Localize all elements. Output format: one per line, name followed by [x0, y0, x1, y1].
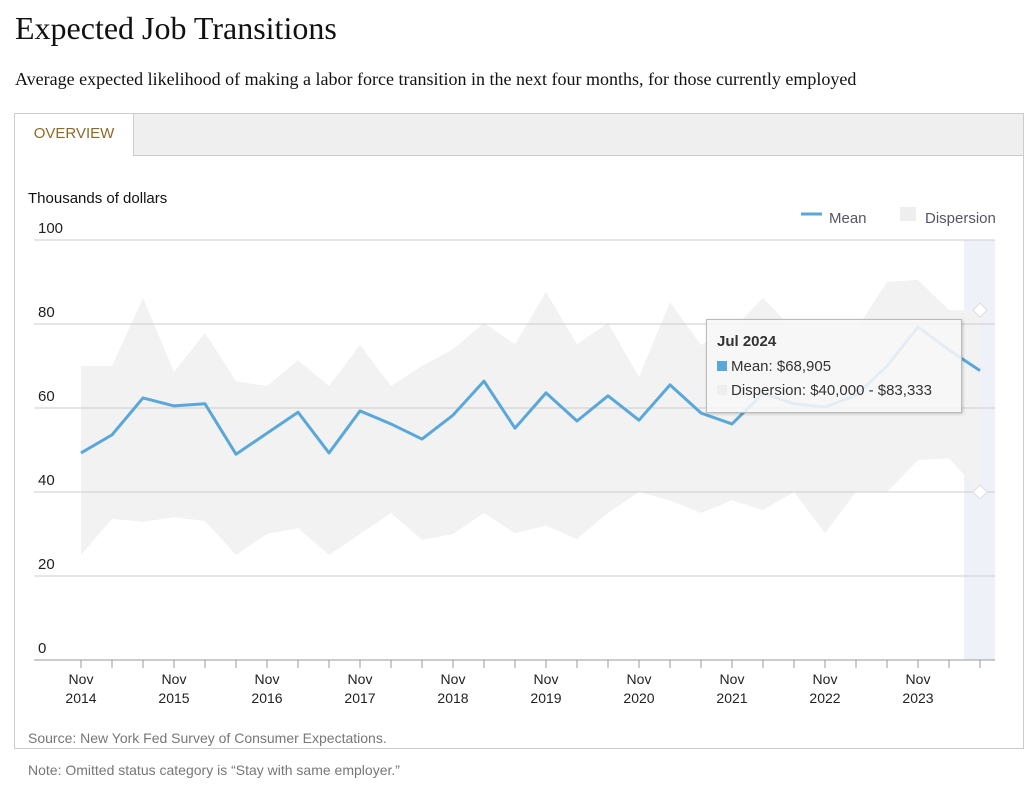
legend-dispersion-icon — [900, 207, 916, 221]
x-tick-year: 2016 — [251, 690, 282, 706]
x-tick-year: 2022 — [809, 690, 840, 706]
tooltip-title: Jul 2024 — [717, 333, 777, 350]
y-tick-label: 0 — [38, 640, 46, 657]
y-tick-label: 80 — [38, 304, 55, 321]
x-tick-year: 2014 — [65, 690, 96, 706]
dispersion-swatch-icon — [717, 385, 727, 395]
tooltip: Jul 2024 Mean: $68,905 Dispersion: $40,0… — [706, 319, 962, 413]
x-tick-month: Nov — [627, 671, 652, 687]
x-tick-month: Nov — [69, 671, 94, 687]
x-tick-month: Nov — [162, 671, 187, 687]
x-tick-year: 2020 — [623, 690, 654, 706]
y-tick-label: 20 — [38, 556, 55, 573]
legend-dispersion-label: Dispersion — [925, 210, 996, 227]
footnote: Note: Omitted status category is “Stay w… — [28, 762, 400, 778]
y-tick-label: 100 — [38, 220, 63, 237]
x-tick-month: Nov — [255, 671, 280, 687]
x-tick-year: 2018 — [437, 690, 468, 706]
x-tick-month: Nov — [534, 671, 559, 687]
x-tick-month: Nov — [813, 671, 838, 687]
x-tick-year: 2023 — [902, 690, 933, 706]
y-tick-label: 40 — [38, 472, 55, 489]
mean-swatch-icon — [717, 361, 727, 371]
x-tick-month: Nov — [348, 671, 373, 687]
x-tick-year: 2021 — [716, 690, 747, 706]
x-tick-year: 2019 — [530, 690, 561, 706]
y-tick-label: 60 — [38, 388, 55, 405]
y-axis-title: Thousands of dollars — [28, 190, 167, 207]
tooltip-mean: Mean: $68,905 — [731, 358, 832, 375]
x-tick-year: 2017 — [344, 690, 375, 706]
x-tick-month: Nov — [906, 671, 931, 687]
source-note: Source: New York Fed Survey of Consumer … — [28, 730, 387, 746]
x-tick-month: Nov — [720, 671, 745, 687]
legend-mean-label: Mean — [829, 210, 867, 227]
tooltip-dispersion: Dispersion: $40,000 - $83,333 — [731, 382, 932, 399]
x-tick-year: 2015 — [158, 690, 189, 706]
x-tick-month: Nov — [441, 671, 466, 687]
